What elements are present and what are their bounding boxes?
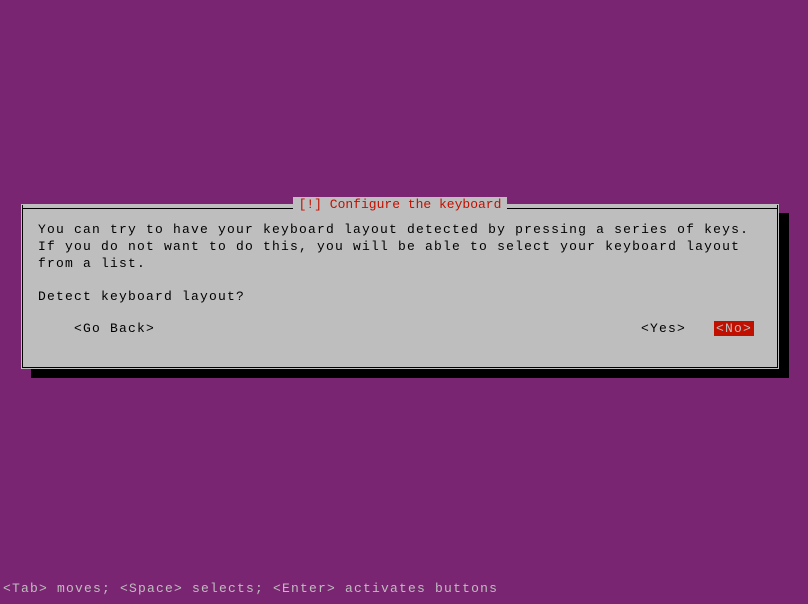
dialog-button-row: <Go Back> <Yes> <No> [38,321,762,336]
dialog-title: [!] Configure the keyboard [293,197,508,212]
dialog-content: You can try to have your keyboard layout… [38,221,762,352]
dialog-border-bottom [22,367,778,368]
help-bar: <Tab> moves; <Space> selects; <Enter> ac… [3,581,498,596]
dialog-question: Detect keyboard layout? [38,289,762,304]
no-button[interactable]: <No> [714,321,754,336]
dialog-title-row: [!] Configure the keyboard [22,197,778,212]
dialog-body-text: You can try to have your keyboard layout… [38,221,762,272]
dialog-border-top-left [22,208,293,209]
dialog-border-left [22,205,23,368]
yes-button[interactable]: <Yes> [641,321,686,336]
dialog-box: [!] Configure the keyboard You can try t… [21,204,779,369]
dialog-border-right [777,205,778,368]
dialog-border-top-right [507,208,778,209]
go-back-button[interactable]: <Go Back> [74,321,155,336]
button-spacer [155,321,641,336]
